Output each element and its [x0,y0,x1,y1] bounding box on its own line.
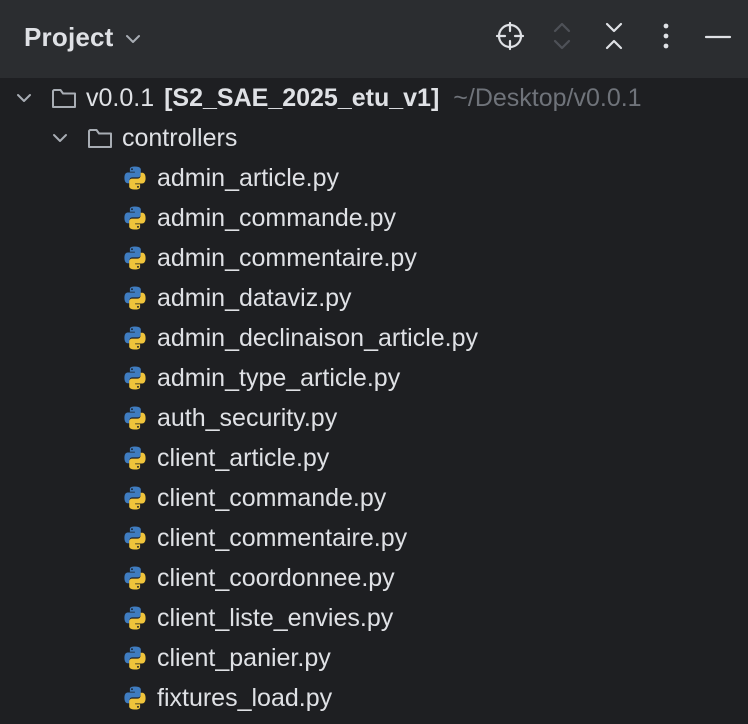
locate-icon [494,20,526,57]
file-name: admin_commentaire.py [157,243,417,272]
file-name: admin_dataviz.py [157,283,352,312]
tree-file-item[interactable]: auth_security.py [0,398,748,438]
expand-selected-button[interactable] [542,18,582,58]
tree-file-item[interactable]: client_liste_envies.py [0,598,748,638]
tree-file-item[interactable]: admin_type_article.py [0,358,748,398]
tree-folder-controllers[interactable]: controllers [0,118,748,158]
collapse-all-button[interactable] [594,18,634,58]
python-file-icon [121,204,149,232]
python-file-icon [121,284,149,312]
project-title: Project [24,21,114,52]
tree-file-item[interactable]: fixtures_load.py [0,678,748,718]
tree-file-item[interactable]: client_commande.py [0,478,748,518]
chevron-down-icon[interactable] [14,88,34,108]
tree-file-item[interactable]: admin_commande.py [0,198,748,238]
file-name: admin_declinaison_article.py [157,323,479,352]
file-name: client_liste_envies.py [157,603,394,632]
folder-name: controllers [122,123,238,152]
python-file-icon [121,324,149,352]
python-file-icon [121,524,149,552]
tree-file-item[interactable]: client_article.py [0,438,748,478]
python-file-icon [121,364,149,392]
more-options-button[interactable] [646,18,686,58]
file-name: client_commentaire.py [157,523,408,552]
project-header: Project [0,0,748,78]
python-file-icon [121,604,149,632]
tree-file-item[interactable]: client_panier.py [0,638,748,678]
python-file-icon [121,444,149,472]
python-file-icon [121,164,149,192]
tree-file-item[interactable]: admin_dataviz.py [0,278,748,318]
folder-icon [50,84,78,112]
project-tree: v0.0.1 [S2_SAE_2025_etu_v1] ~/Desktop/v0… [0,78,748,724]
python-file-icon [121,684,149,712]
locate-button[interactable] [490,18,530,58]
file-name: client_commande.py [157,483,387,512]
tree-file-item[interactable]: client_commentaire.py [0,518,748,558]
file-name: client_panier.py [157,643,331,672]
python-file-icon [121,484,149,512]
file-name: admin_type_article.py [157,363,401,392]
tree-file-item[interactable]: admin_declinaison_article.py [0,318,748,358]
tree-file-item[interactable]: admin_commentaire.py [0,238,748,278]
minimize-icon [704,29,732,47]
file-name: admin_article.py [157,163,340,192]
expand-collapse-icon [548,19,576,58]
tree-root-item[interactable]: v0.0.1 [S2_SAE_2025_etu_v1] ~/Desktop/v0… [0,78,748,118]
project-tool-window: Project v0.0.1 [S2_SAE_2025_etu_v1] ~/De… [0,0,748,724]
python-file-icon [121,244,149,272]
python-file-icon [121,564,149,592]
file-name: client_coordonnee.py [157,563,395,592]
file-name: client_article.py [157,443,330,472]
root-folder-name: v0.0.1 [86,83,155,112]
tree-file-item[interactable]: client_coordonnee.py [0,558,748,598]
file-name: fixtures_load.py [157,683,333,712]
more-options-icon [661,21,671,56]
python-file-icon [121,404,149,432]
chevron-down-icon [122,28,144,50]
folder-icon [86,124,114,152]
minimize-button[interactable] [698,18,738,58]
file-name: admin_commande.py [157,203,397,232]
python-file-icon [121,644,149,672]
file-name: auth_security.py [157,403,338,432]
root-path: ~/Desktop/v0.0.1 [453,83,642,112]
collapse-all-icon [600,19,628,58]
tree-file-item[interactable]: admin_article.py [0,158,748,198]
chevron-down-icon[interactable] [50,128,70,148]
project-view-selector[interactable]: Project [24,20,144,54]
root-project-label: [S2_SAE_2025_etu_v1] [164,83,440,112]
